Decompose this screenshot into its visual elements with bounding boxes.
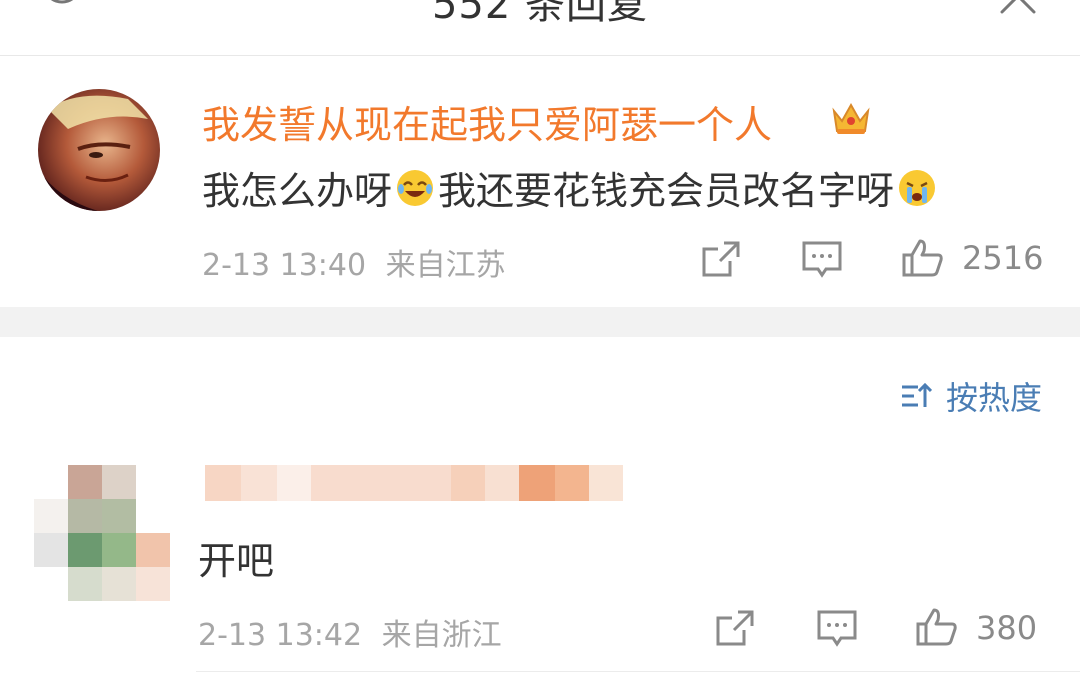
post-text-part-2: 我还要花钱充会员改名字呀 [438, 169, 895, 213]
comment-like-icon[interactable] [914, 606, 960, 648]
comment-timestamp: 2-13 13:42 [198, 618, 363, 653]
share-icon[interactable] [700, 239, 744, 279]
laugh-cry-emoji-icon [397, 169, 434, 206]
section-divider [0, 307, 1080, 337]
post-meta: 2-13 13:40 来自江苏 [202, 240, 506, 284]
crying-emoji-icon [899, 169, 936, 206]
post-timestamp: 2-13 13:40 [202, 248, 367, 283]
post-text-part-1: 我怎么办呀 [202, 169, 393, 213]
sort-label: 按热度 [945, 379, 1042, 417]
post-username[interactable]: 我发誓从现在起我只爱阿瑟一个人 [202, 94, 772, 149]
post-content: 我怎么办呀 我还要花钱充会员改名字呀 [202, 160, 940, 215]
comment-reply-icon[interactable] [815, 608, 859, 648]
post-like-count: 2516 [962, 239, 1044, 277]
comment-icon[interactable] [800, 239, 844, 279]
comment-meta: 2-13 13:42 来自浙江 [198, 610, 502, 654]
comment-text: 开吧 [198, 539, 275, 583]
close-icon[interactable] [996, 0, 1040, 16]
top-bar: 552 条回复 [0, 0, 1080, 56]
comment-avatar-blurred[interactable] [34, 465, 172, 603]
sort-by-hot-button[interactable]: 按热度 [900, 374, 1042, 418]
like-icon[interactable] [900, 237, 946, 279]
comment-location: 来自浙江 [381, 618, 502, 653]
crown-icon [832, 102, 870, 134]
post-location: 来自江苏 [385, 248, 506, 283]
page-title: 552 条回复 [431, 0, 649, 28]
comment-share-icon[interactable] [714, 608, 758, 648]
avatar[interactable] [38, 89, 160, 211]
comment-username-blurred[interactable] [205, 465, 623, 501]
sort-icon [901, 382, 932, 407]
comment-like-count: 380 [976, 609, 1038, 647]
main-post: 我发誓从现在起我只爱阿瑟一个人 我怎么办呀 我还要花钱充会员改名字呀 2-13 … [0, 57, 1080, 307]
divider [196, 671, 1080, 672]
